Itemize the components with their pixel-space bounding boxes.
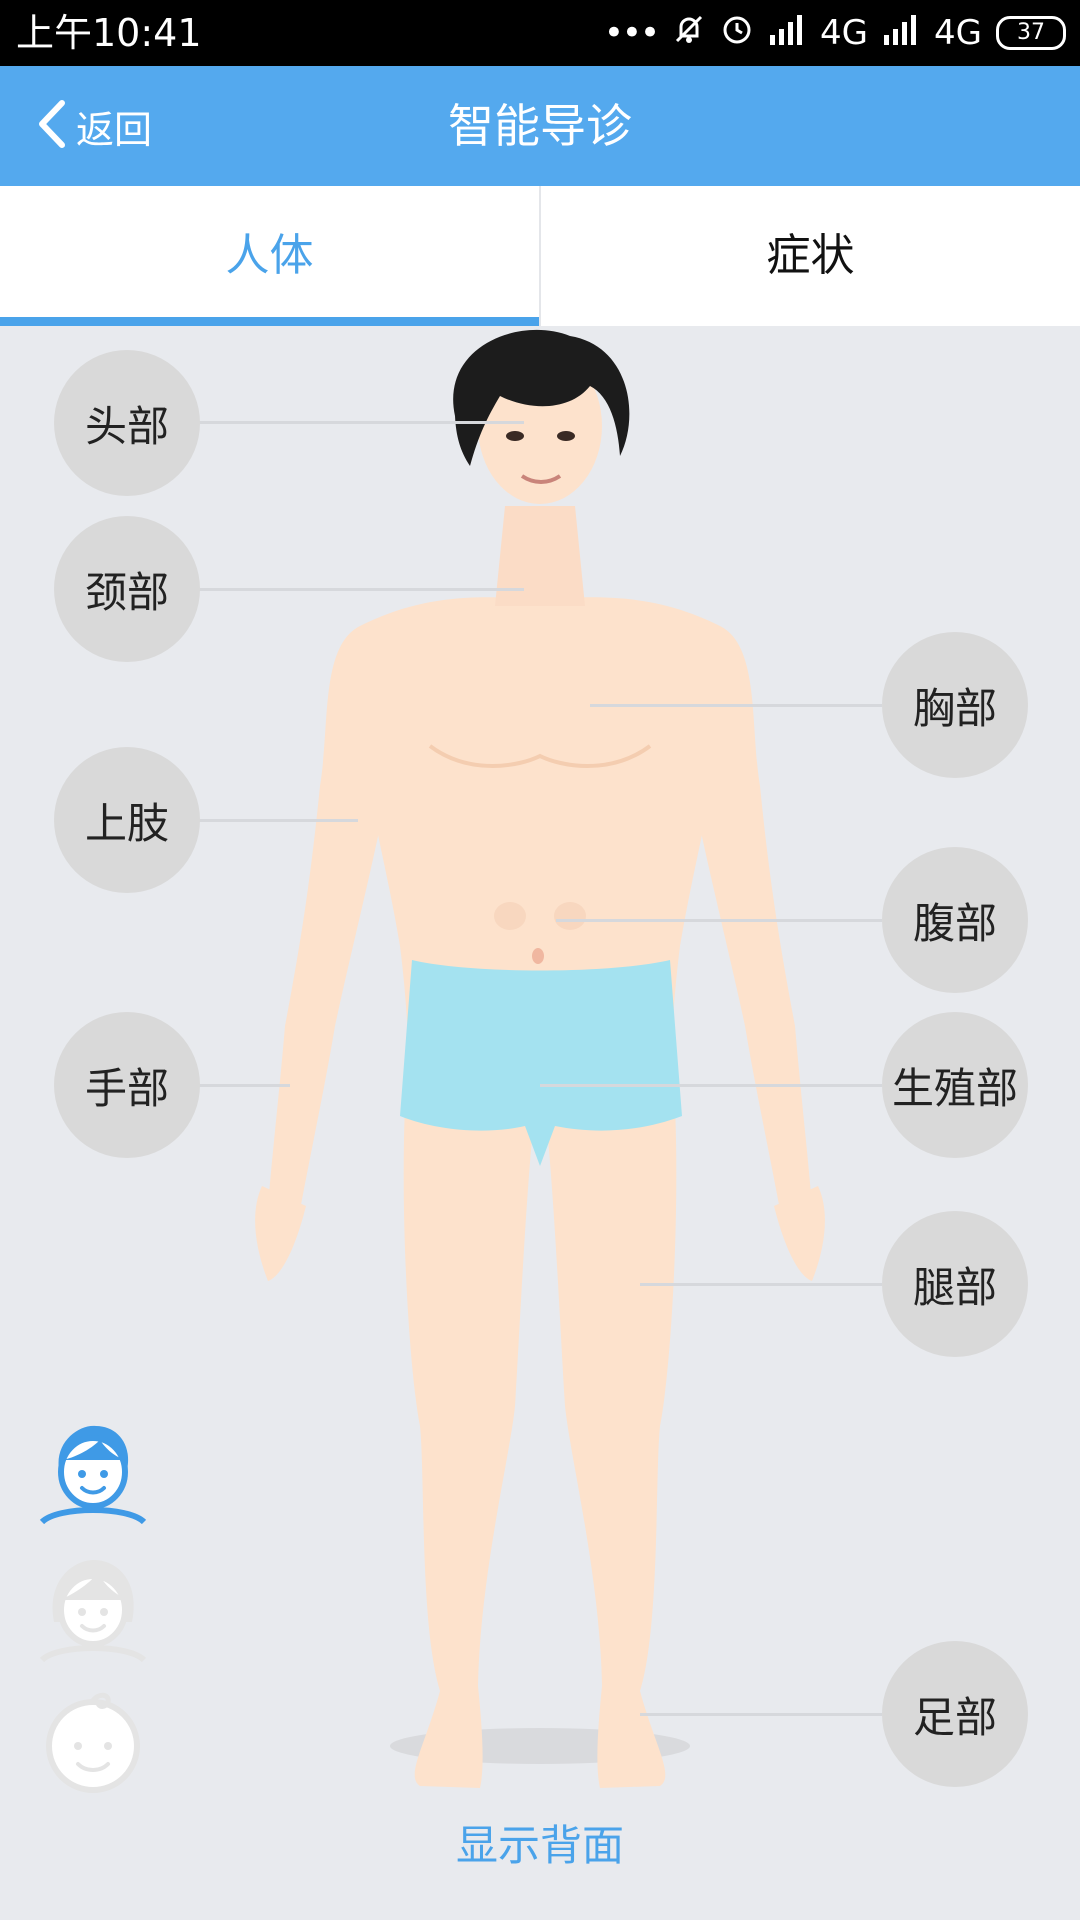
network-type-1: 4G [820, 13, 869, 53]
network-type-2: 4G [934, 13, 982, 53]
alarm-icon [720, 12, 754, 55]
back-button[interactable]: 返回 [36, 66, 152, 186]
body-part-neck[interactable]: 颈部 [54, 516, 200, 662]
female-avatar-icon[interactable] [38, 1552, 148, 1663]
body-part-genital[interactable]: 生殖部 [882, 1012, 1028, 1158]
nav-bar: 返回 智能导诊 [0, 66, 1080, 186]
leader-line-upper-limb [198, 819, 358, 822]
body-map-area: 头部 颈部 上肢 手部 胸部 腹部 生殖部 腿部 足部 显示背面 [0, 326, 1080, 1920]
body-part-upper-limb[interactable]: 上肢 [54, 747, 200, 893]
signal-icon [768, 13, 806, 54]
body-part-abdomen[interactable]: 腹部 [882, 847, 1028, 993]
leader-line-foot [640, 1713, 882, 1716]
leader-line-leg [640, 1283, 882, 1286]
male-avatar-icon[interactable] [38, 1414, 148, 1525]
body-part-head[interactable]: 头部 [54, 350, 200, 496]
status-bar: 上午10:41 ••• 4G 4G 37 [0, 0, 1080, 66]
tab-bar: 人体 症状 [0, 186, 1080, 326]
body-part-chest[interactable]: 胸部 [882, 632, 1028, 778]
page-title: 智能导诊 [448, 99, 632, 153]
child-avatar-icon[interactable] [38, 1688, 148, 1798]
leader-line-neck [198, 588, 524, 591]
tab-body[interactable]: 人体 [0, 186, 539, 326]
battery-level: 37 [1017, 20, 1045, 45]
body-part-foot[interactable]: 足部 [882, 1641, 1028, 1787]
body-part-leg[interactable]: 腿部 [882, 1211, 1028, 1357]
body-part-hand[interactable]: 手部 [54, 1012, 200, 1158]
show-back-link[interactable]: 显示背面 [0, 1812, 1080, 1873]
leader-line-abdomen [556, 919, 882, 922]
status-time: 上午10:41 [16, 11, 202, 55]
leader-line-hand [198, 1084, 290, 1087]
leader-line-genital [540, 1084, 882, 1087]
tab-symptoms[interactable]: 症状 [541, 186, 1080, 326]
more-dots-icon: ••• [603, 13, 660, 53]
back-label: 返回 [76, 107, 153, 152]
mute-bell-icon [672, 12, 706, 55]
status-icons: ••• 4G 4G 37 [604, 8, 1066, 58]
signal-icon-2 [882, 13, 920, 54]
leader-line-head [198, 421, 524, 424]
leader-line-chest [590, 704, 882, 707]
battery-icon: 37 [996, 16, 1066, 50]
active-tab-indicator [0, 317, 539, 326]
chevron-left-icon [36, 99, 66, 153]
